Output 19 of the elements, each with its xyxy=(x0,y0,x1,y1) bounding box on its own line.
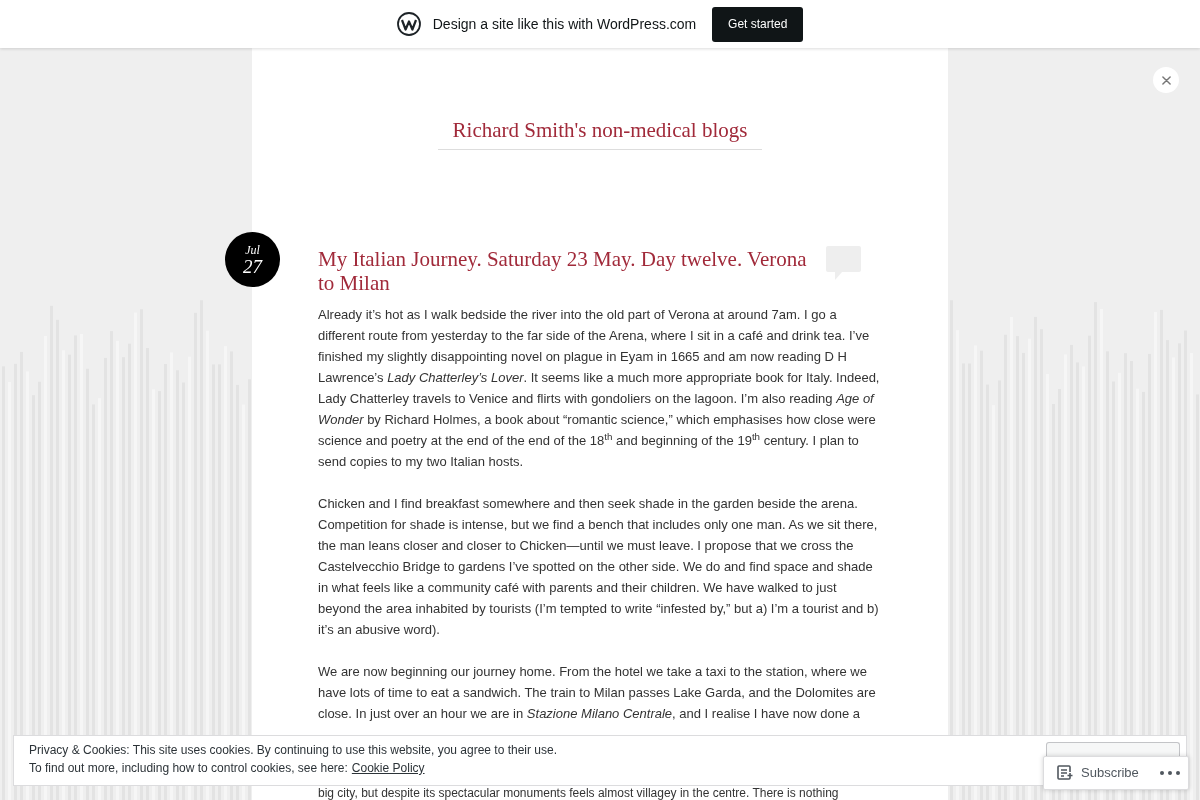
subscribe-button[interactable]: Subscribe xyxy=(1057,765,1139,781)
post-paragraph: We are now beginning our journey home. From the hotel we take a taxi to the station, where we have lots of time to eat a sandwich. The train to Milan passes Lake Garda, and the Dolomites are close. In just over an hour we are in Stazione Milano Centrale, and I realise I have now done a xyxy=(318,663,877,723)
post-title[interactable]: My Italian Journey. Saturday 23 May. Day twelve. Verona to Milan xyxy=(318,247,814,295)
promo-text: Design a site like this with WordPress.com xyxy=(432,14,697,34)
cookie-notice: To find out more, including how to control cookies, see here: Cookie Policy xyxy=(29,760,426,777)
date-day: 27 xyxy=(243,256,262,277)
get-started-button[interactable]: Get started xyxy=(712,6,804,42)
logo-icon[interactable] xyxy=(396,12,421,36)
cookie-notice: Privacy & Cookies: This site uses cookies. By continuing to use this website, you agree to their use. xyxy=(29,742,558,759)
post-paragraph: Already it’s hot as I walk bedside the river into the old part of Verona at around 7am. I go a different route from yesterday to the far side of the Arena, where I sit in a café and drink tea. I’ve finished my slightly disappointing novel on plague in Eyam in 1665 and am now reading D H Lawrence’s Lady Chatterley’s Lover. It seems like a much more appropriate book for Italy. Indeed, Lady Chatterley travels to Venice and flirts with gondoliers on the lagoon. I’m also reading Age of Wonder by Richard Holmes, a book about “romantic science,” which emphasises how close were science and poetry at the end of the end of the 18$^{th}$ and beginning of the 19$^{th}$ century. I plan to send copies to my two Italian hosts. xyxy=(318,306,881,471)
post-paragraph: Chicken and I find breakfast somewhere and then seek shade in the garden beside the arena. Competition for shade is intense, but we find a bench that includes only one man. As we sit there, the man leans closer and closer to Chicken—until we must leave. I propose that we cross the Castelvecchio Bridge to gardens I’ve spotted on the other side. We do and find space and shade in what feels like a community café with parents and their children. We have walked to just beyond the area inhabited by tourists (I’m tempted to write “infested by,” but a) I’m a tourist and b) it’s an abusive word). xyxy=(318,495,880,639)
more-icon xyxy=(1160,771,1180,775)
cookie-policy-link[interactable]: Cookie Policy xyxy=(351,761,425,775)
date-month: Jul xyxy=(245,242,260,257)
close-icon xyxy=(1161,75,1171,85)
close-button[interactable] xyxy=(1153,67,1179,93)
reader-icon xyxy=(1057,765,1073,781)
site-title[interactable]: Richard Smith's non-medical blogs xyxy=(437,117,763,150)
post-paragraph: big city, but despite its spectacular monuments feels almost villagey in the centre. There is nothing xyxy=(318,786,840,800)
